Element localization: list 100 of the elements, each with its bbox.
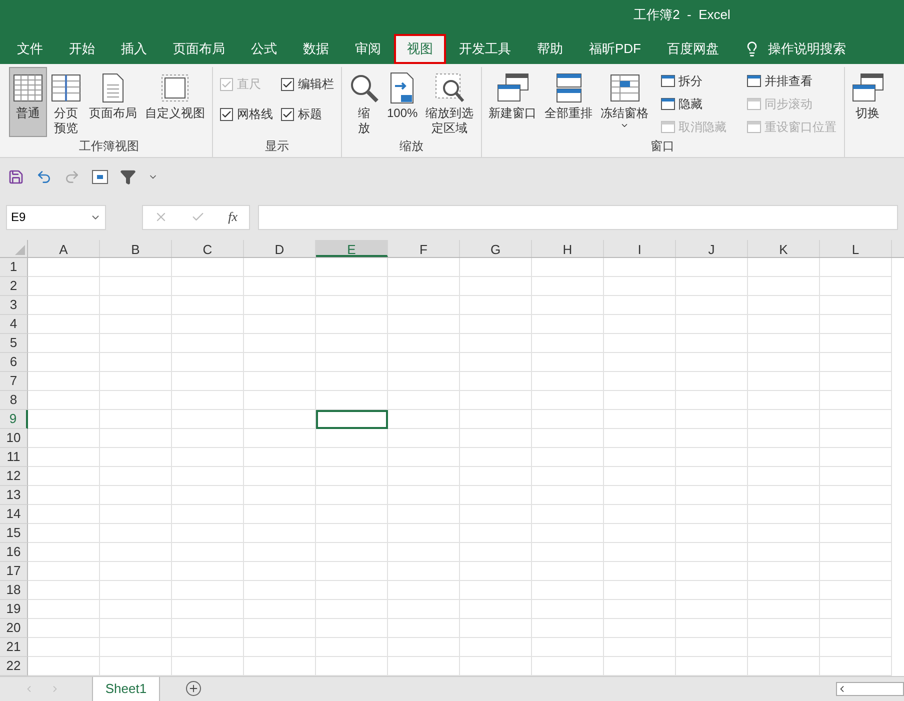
grid-cell[interactable] (100, 391, 172, 410)
grid-cell[interactable] (820, 448, 892, 467)
grid-cell[interactable] (388, 296, 460, 315)
grid-cell[interactable] (100, 505, 172, 524)
ribbon-button[interactable]: 自定义视图 (141, 67, 209, 137)
ribbon-tab[interactable]: 数据 (290, 34, 342, 64)
grid-cell[interactable] (388, 638, 460, 657)
grid-cell[interactable] (244, 581, 316, 600)
grid-cell[interactable] (316, 353, 388, 372)
column-header[interactable]: I (604, 240, 676, 257)
checkbox[interactable]: 编辑栏 (281, 75, 334, 93)
grid-cell[interactable] (388, 619, 460, 638)
grid-cell[interactable] (316, 429, 388, 448)
grid-cell[interactable] (532, 429, 604, 448)
grid-cell[interactable] (676, 524, 748, 543)
grid-cell[interactable] (820, 600, 892, 619)
grid-cell[interactable] (100, 296, 172, 315)
grid-cell[interactable] (460, 543, 532, 562)
grid-cell[interactable] (820, 619, 892, 638)
grid-cell[interactable] (316, 296, 388, 315)
grid-cell[interactable] (172, 600, 244, 619)
row-header[interactable]: 5 (0, 334, 28, 353)
grid-cell[interactable] (244, 505, 316, 524)
grid-cell[interactable] (28, 410, 100, 429)
grid-cell[interactable] (388, 562, 460, 581)
grid-cell[interactable] (28, 581, 100, 600)
row-header[interactable]: 22 (0, 657, 28, 676)
grid-cell[interactable] (244, 372, 316, 391)
grid-cell[interactable] (244, 562, 316, 581)
grid-cell[interactable] (28, 391, 100, 410)
grid-cell[interactable] (388, 429, 460, 448)
grid-cell[interactable] (532, 391, 604, 410)
grid-cell[interactable] (316, 258, 388, 277)
grid-cell[interactable] (100, 562, 172, 581)
grid-cell[interactable] (172, 429, 244, 448)
grid-cell[interactable] (316, 505, 388, 524)
grid-cell[interactable] (460, 600, 532, 619)
grid-cell[interactable] (100, 467, 172, 486)
sheet-tab[interactable]: Sheet1 (92, 676, 160, 700)
grid-cell[interactable] (532, 258, 604, 277)
grid-cell[interactable] (28, 296, 100, 315)
row-header[interactable]: 21 (0, 638, 28, 657)
grid-cell[interactable] (460, 334, 532, 353)
grid-cell[interactable] (244, 638, 316, 657)
grid-cell[interactable] (316, 638, 388, 657)
grid-cell[interactable] (244, 619, 316, 638)
ribbon-button[interactable]: 切换 (848, 67, 888, 137)
row-header[interactable]: 16 (0, 543, 28, 562)
grid-cell[interactable] (172, 543, 244, 562)
grid-cell[interactable] (820, 334, 892, 353)
grid-cell[interactable] (28, 505, 100, 524)
row-header[interactable]: 1 (0, 258, 28, 277)
grid-cell[interactable] (100, 619, 172, 638)
grid-cell[interactable] (820, 543, 892, 562)
grid-cell[interactable] (460, 258, 532, 277)
grid-cell[interactable] (532, 410, 604, 429)
row-header[interactable]: 2 (0, 277, 28, 296)
grid-cell[interactable] (244, 296, 316, 315)
grid-cell[interactable] (244, 429, 316, 448)
ribbon-button[interactable]: 普通 (9, 67, 47, 137)
grid-cell[interactable] (676, 410, 748, 429)
grid-cell[interactable] (748, 543, 820, 562)
row-header[interactable]: 14 (0, 505, 28, 524)
grid-cell[interactable] (316, 543, 388, 562)
ribbon-small-button[interactable]: 拆分 (660, 69, 727, 92)
ribbon-button[interactable]: 新建窗口 (484, 67, 541, 137)
grid-cell[interactable] (820, 296, 892, 315)
ribbon-button[interactable]: 全部重排 (540, 67, 597, 137)
row-header[interactable]: 11 (0, 448, 28, 467)
grid-cell[interactable] (532, 600, 604, 619)
grid-cell[interactable] (748, 391, 820, 410)
grid-cell[interactable] (28, 315, 100, 334)
grid-cell[interactable] (460, 315, 532, 334)
ribbon-tab[interactable]: 福昕PDF (576, 34, 654, 64)
row-header[interactable]: 10 (0, 429, 28, 448)
grid-cell[interactable] (820, 524, 892, 543)
grid-cell[interactable] (244, 334, 316, 353)
grid-cell[interactable] (316, 315, 388, 334)
column-header[interactable]: E (316, 240, 388, 257)
grid-cell[interactable] (820, 410, 892, 429)
grid-cell[interactable] (100, 543, 172, 562)
grid-cell[interactable] (244, 353, 316, 372)
ribbon-tab[interactable]: 页面布局 (160, 34, 238, 64)
grid-cell[interactable] (676, 638, 748, 657)
grid-cell[interactable] (460, 448, 532, 467)
grid-cell[interactable] (244, 448, 316, 467)
grid-cell[interactable] (100, 334, 172, 353)
grid-cell[interactable] (244, 410, 316, 429)
grid-cell[interactable] (460, 296, 532, 315)
grid-cell[interactable] (676, 619, 748, 638)
grid-cell[interactable] (820, 638, 892, 657)
grid-cell[interactable] (676, 258, 748, 277)
column-header[interactable]: J (676, 240, 748, 257)
grid-cell[interactable] (604, 429, 676, 448)
grid-cell[interactable] (532, 334, 604, 353)
grid-cell[interactable] (748, 562, 820, 581)
grid-cell[interactable] (100, 315, 172, 334)
grid-cell[interactable] (100, 486, 172, 505)
grid-cell[interactable] (676, 581, 748, 600)
row-header[interactable]: 6 (0, 353, 28, 372)
